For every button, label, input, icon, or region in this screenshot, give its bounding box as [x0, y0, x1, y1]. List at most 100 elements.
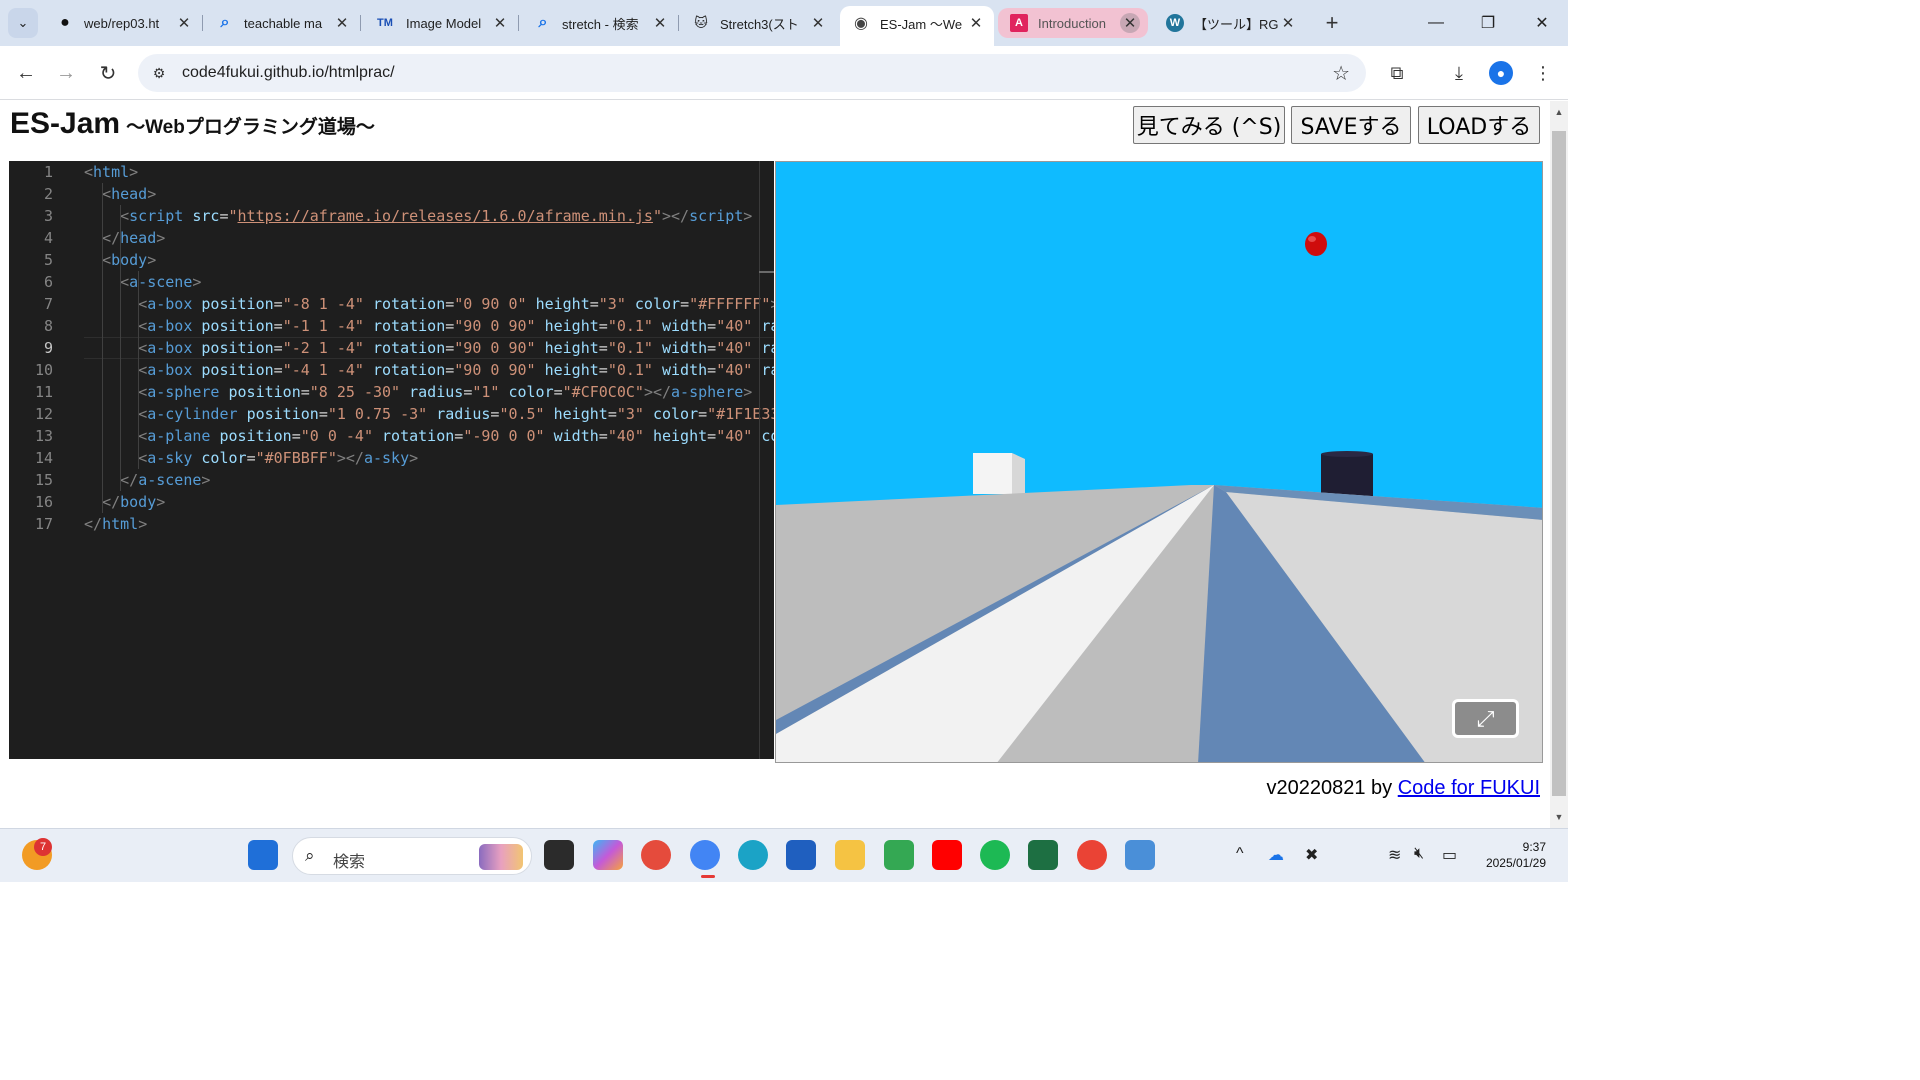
- close-icon[interactable]: ✕: [490, 13, 510, 33]
- code-line[interactable]: </body>: [84, 491, 165, 513]
- tab-github[interactable]: ● web/rep03.ht ✕: [44, 6, 203, 40]
- back-arrow-icon[interactable]: ←: [12, 59, 40, 87]
- line-number: 1: [43, 163, 53, 181]
- volume-muted-icon[interactable]: 🔇︎: [1414, 845, 1424, 863]
- code-line[interactable]: </head>: [84, 227, 165, 249]
- code-line[interactable]: </html>: [84, 513, 147, 535]
- close-icon[interactable]: ✕: [332, 13, 352, 33]
- chrome-icon[interactable]: [641, 840, 671, 870]
- close-window-button[interactable]: ✕: [1522, 10, 1562, 36]
- code-token: position: [201, 317, 274, 335]
- line-number: 4: [43, 229, 53, 247]
- onedrive-icon[interactable]: ☁: [1268, 845, 1284, 865]
- view-button[interactable]: 見てみる (^S): [1133, 106, 1285, 144]
- close-icon[interactable]: ✕: [808, 13, 828, 33]
- profile-button[interactable]: ●: [1488, 60, 1514, 86]
- code-token: a-box: [147, 361, 193, 379]
- extensions-icon[interactable]: ⧉: [1384, 60, 1410, 86]
- tab-introduction[interactable]: A Introduction ✕: [998, 8, 1148, 38]
- windows-start-icon[interactable]: [248, 840, 278, 870]
- code-token: width: [662, 361, 708, 379]
- code-token: "40": [716, 427, 753, 445]
- site-info-icon[interactable]: ⚙: [150, 64, 168, 82]
- code-token: =: [680, 295, 690, 313]
- tray-app-icon[interactable]: ✖: [1305, 845, 1318, 865]
- code-line[interactable]: <a-sky color="#0FBBFF"></a-sky>: [84, 447, 418, 469]
- code-line[interactable]: <a-sphere position="8 25 -30" radius="1"…: [84, 381, 752, 403]
- bookmark-star-icon[interactable]: ☆: [1332, 61, 1350, 86]
- code-token: <: [138, 339, 148, 357]
- taskbar-search[interactable]: ⌕ 検索: [292, 837, 532, 875]
- task-view-icon[interactable]: [544, 840, 574, 870]
- tray-chevron-icon[interactable]: ^: [1236, 845, 1244, 863]
- close-icon[interactable]: ✕: [1120, 13, 1140, 33]
- classroom-icon[interactable]: [884, 840, 914, 870]
- code-token: rad: [761, 339, 774, 357]
- code-line[interactable]: <html>: [84, 161, 138, 183]
- code-line[interactable]: <a-cylinder position="1 0.75 -3" radius=…: [84, 403, 774, 425]
- code-line[interactable]: <head>: [84, 183, 156, 205]
- close-icon[interactable]: ✕: [1278, 13, 1298, 33]
- download-icon[interactable]: ⤓: [1446, 60, 1472, 86]
- tab-stretch3[interactable]: 🐱 Stretch3(スト ✕: [680, 6, 836, 40]
- battery-icon[interactable]: ▭: [1442, 845, 1457, 865]
- code-line[interactable]: <a-plane position="0 0 -4" rotation="-90…: [84, 425, 774, 447]
- new-tab-button[interactable]: +: [1319, 10, 1345, 36]
- youtube-icon[interactable]: [932, 840, 962, 870]
- code-token: <: [138, 361, 148, 379]
- tab-es-jam[interactable]: ◉ ES-Jam 〜We ✕: [840, 6, 994, 46]
- page-scrollbar[interactable]: ▲ ▼: [1550, 101, 1568, 828]
- code-token: script: [689, 207, 744, 225]
- address-bar[interactable]: ⚙ code4fukui.github.io/htmlprac/ ☆: [138, 54, 1366, 92]
- code-line[interactable]: <a-box position="-8 1 -4" rotation="0 90…: [84, 293, 774, 315]
- scroll-up-arrow-icon[interactable]: ▲: [1550, 103, 1568, 121]
- tab-stretch-search[interactable]: ⌕ stretch - 検索 ✕: [522, 6, 679, 40]
- load-button[interactable]: LOADする: [1418, 106, 1540, 144]
- clock[interactable]: 9:37 2025/01/29: [1486, 839, 1546, 871]
- line-number: 8: [43, 317, 53, 335]
- wifi-icon[interactable]: ≋: [1388, 845, 1401, 865]
- scrollbar-thumb[interactable]: [1552, 131, 1566, 796]
- tab-rgb-tool[interactable]: W 【ツール】RGB ✕: [1154, 6, 1306, 40]
- tab-image-model[interactable]: TM Image Model ✕: [362, 6, 519, 40]
- code-token: "0.5": [499, 405, 545, 423]
- code-token: "0.1": [607, 361, 653, 379]
- close-icon[interactable]: ✕: [966, 13, 986, 33]
- reload-icon[interactable]: ↻: [94, 59, 122, 87]
- code-editor[interactable]: 1 2 3 4 5 6 7 8 9 10 11 12 13 14 15 16 17 <html> <head> …: [9, 161, 774, 759]
- copilot-icon[interactable]: [593, 840, 623, 870]
- tab-teachable[interactable]: ⌕ teachable ma ✕: [204, 6, 361, 40]
- save-button[interactable]: SAVEする: [1291, 106, 1411, 144]
- code-line[interactable]: <a-box position="-1 1 -4" rotation="90 0…: [84, 315, 774, 337]
- chrome-active-icon[interactable]: [690, 840, 720, 870]
- preview-frame[interactable]: ⤢: [775, 161, 1543, 763]
- file-explorer-icon[interactable]: [835, 840, 865, 870]
- code-line[interactable]: <script src="https://aframe.io/releases/…: [84, 205, 752, 227]
- chrome-profile-icon[interactable]: [1077, 840, 1107, 870]
- forward-arrow-icon[interactable]: →: [52, 59, 80, 87]
- menu-kebab-icon[interactable]: ⋮: [1530, 60, 1556, 86]
- code-token: =: [318, 405, 328, 423]
- excel-icon[interactable]: [1028, 840, 1058, 870]
- code-token: "0.1": [607, 339, 653, 357]
- restore-button[interactable]: ❐: [1468, 10, 1508, 36]
- url-text[interactable]: code4fukui.github.io/htmlprac/: [182, 64, 395, 82]
- tab-search-button[interactable]: ⌄: [8, 8, 38, 38]
- code-line[interactable]: <a-box position="-4 1 -4" rotation="90 0…: [84, 359, 774, 381]
- fullscreen-button[interactable]: ⤢: [1452, 699, 1519, 738]
- spotify-icon[interactable]: [980, 840, 1010, 870]
- notepad-icon[interactable]: [1125, 840, 1155, 870]
- close-icon[interactable]: ✕: [650, 13, 670, 33]
- code-line[interactable]: <a-box position="-2 1 -4" rotation="90 0…: [84, 337, 774, 359]
- code-for-fukui-link[interactable]: Code for FUKUI: [1398, 777, 1540, 799]
- browser-toolbar: ← → ↻ ⚙ code4fukui.github.io/htmlprac/ ☆…: [0, 46, 1568, 100]
- edge-icon[interactable]: [738, 840, 768, 870]
- code-token: =: [454, 427, 464, 445]
- time-text: 9:37: [1522, 840, 1546, 854]
- minimize-button[interactable]: —: [1416, 10, 1456, 36]
- code-token: col: [761, 427, 774, 445]
- scroll-down-arrow-icon[interactable]: ▼: [1550, 808, 1568, 826]
- close-icon[interactable]: ✕: [174, 13, 194, 33]
- store-icon[interactable]: [786, 840, 816, 870]
